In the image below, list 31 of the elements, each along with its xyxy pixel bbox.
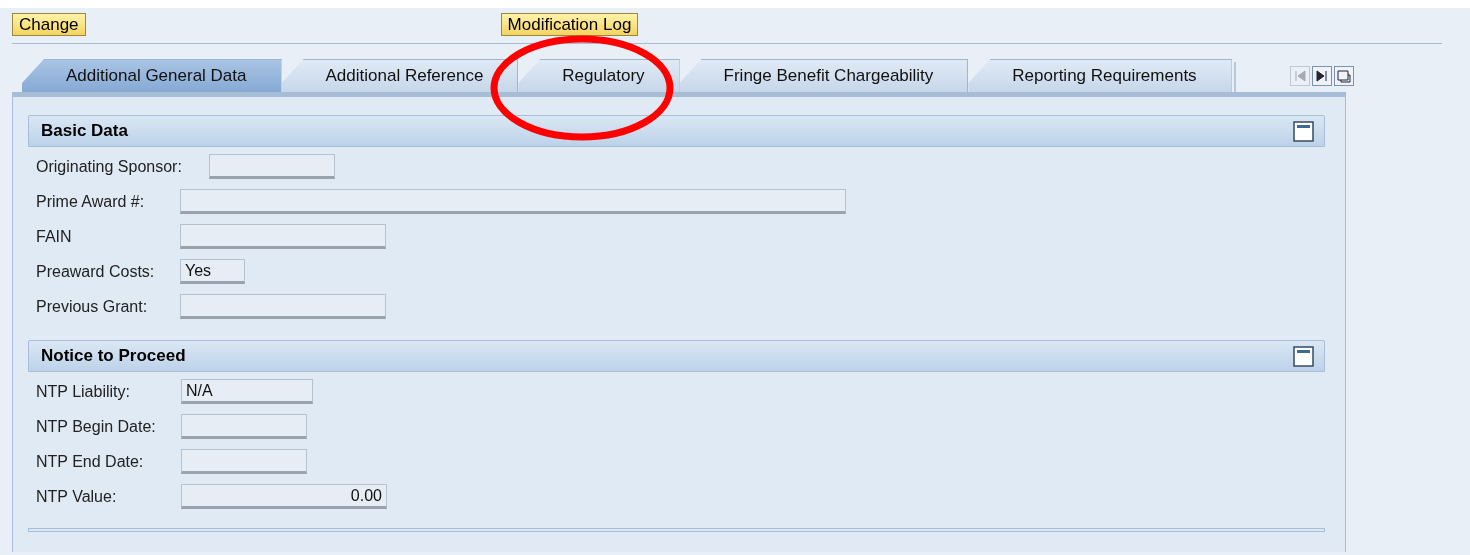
- input-field[interactable]: 0.00: [181, 484, 387, 509]
- field-label: NTP Begin Date:: [36, 416, 157, 437]
- field-label: Prime Award #:: [36, 191, 146, 212]
- field-label: Preaward Costs:: [36, 261, 156, 282]
- field-label: Originating Sponsor:: [36, 156, 183, 177]
- toolbar-button[interactable]: Change: [12, 13, 86, 36]
- last-page-icon[interactable]: [1312, 66, 1332, 86]
- field-label: NTP Value:: [36, 486, 118, 507]
- input-field[interactable]: [181, 449, 307, 474]
- section-title: Basic Data: [41, 120, 128, 143]
- section-title: Notice to Proceed: [41, 345, 186, 368]
- toolbar-button[interactable]: Modification Log: [500, 13, 639, 36]
- tab[interactable]: Reporting Requirements: [968, 59, 1232, 92]
- input-field[interactable]: Yes: [180, 259, 245, 284]
- tab[interactable]: Additional Reference: [281, 59, 519, 92]
- input-field[interactable]: N/A: [181, 379, 313, 404]
- tab[interactable]: Regulatory: [518, 59, 680, 92]
- input-field[interactable]: [180, 294, 386, 319]
- collapse-icon[interactable]: [1293, 345, 1314, 367]
- tab-list-icon[interactable]: [1334, 66, 1354, 86]
- field-label: NTP End Date:: [36, 451, 145, 472]
- tab[interactable]: Additional General Data: [22, 59, 282, 92]
- input-field[interactable]: [209, 154, 335, 179]
- input-field[interactable]: [181, 414, 307, 439]
- collapse-icon[interactable]: [1293, 120, 1314, 142]
- field-label: Previous Grant:: [36, 296, 149, 317]
- tab[interactable]: Fringe Benefit Chargeability: [679, 59, 969, 92]
- field-label: FAIN: [36, 226, 73, 247]
- input-field[interactable]: [180, 224, 386, 249]
- input-field[interactable]: [180, 189, 846, 214]
- field-label: NTP Liability:: [36, 381, 131, 402]
